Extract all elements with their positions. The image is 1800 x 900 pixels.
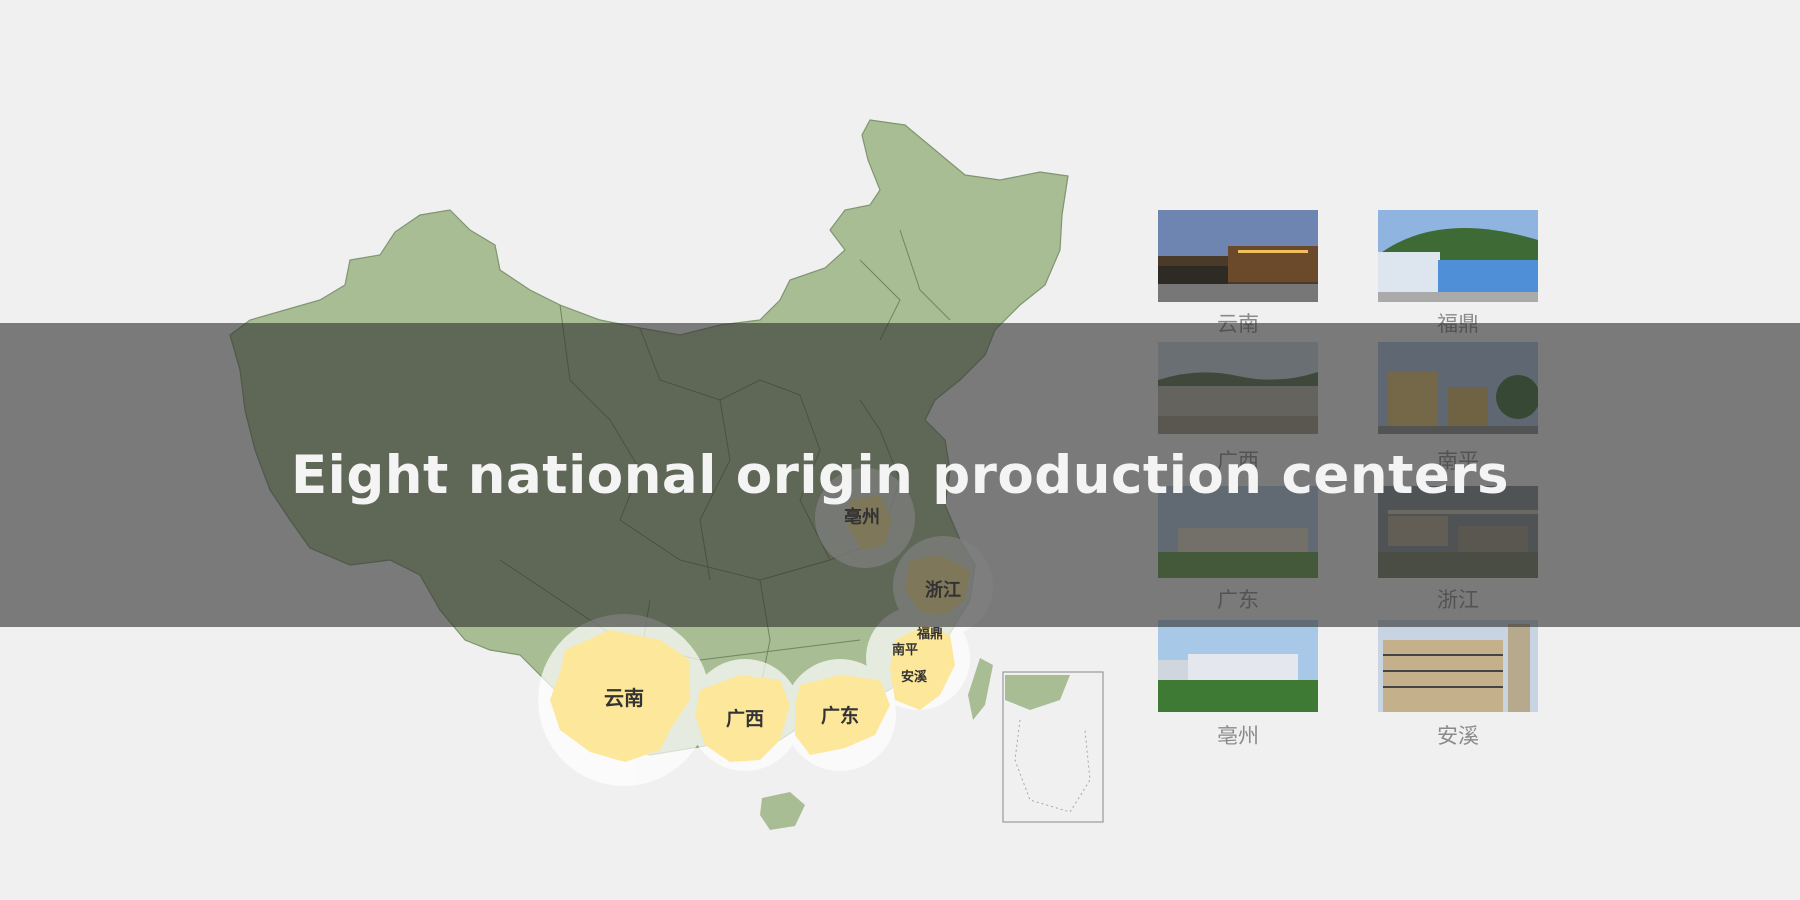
photo-yunnan: [1158, 210, 1318, 302]
map-label-guangxi: 广西: [726, 707, 764, 730]
photo-anxi: [1378, 620, 1538, 712]
photo-bozhou: [1158, 620, 1318, 712]
caption-bozhou: 亳州: [1217, 724, 1259, 748]
map-label-fuding: 福鼎: [916, 626, 943, 642]
map-label-nanping: 南平: [892, 642, 918, 658]
hainan-island: [760, 792, 805, 830]
caption-anxi: 安溪: [1437, 724, 1479, 748]
headline-text: Eight national origin production centers: [290, 444, 1510, 506]
map-label-anxi: 安溪: [901, 669, 928, 685]
map-label-guangdong: 广东: [821, 704, 859, 727]
taiwan-island: [968, 658, 993, 720]
map-label-yunnan: 云南: [604, 686, 644, 710]
photo-fuding: [1378, 210, 1538, 302]
